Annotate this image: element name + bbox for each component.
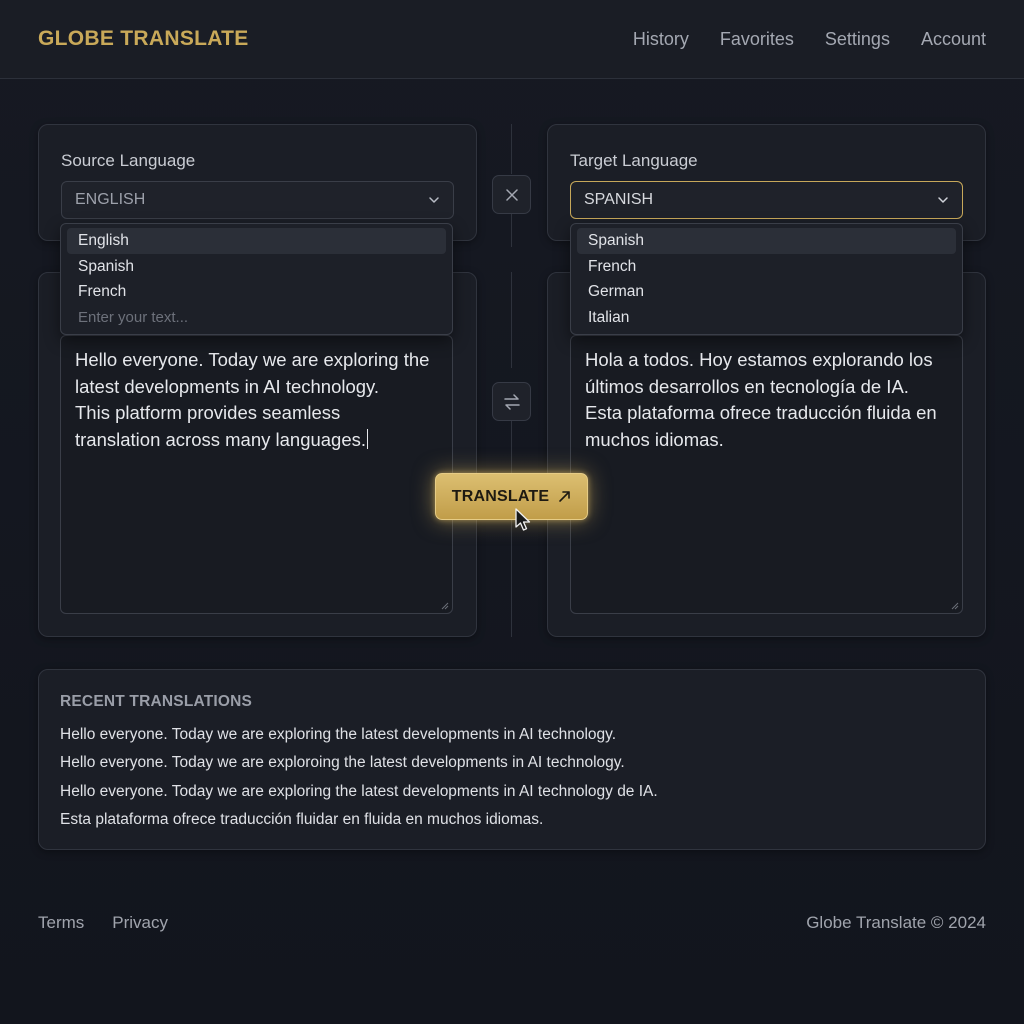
- text-caret: [367, 429, 369, 450]
- target-option-french[interactable]: French: [577, 254, 956, 280]
- chevron-down-icon: [429, 197, 439, 203]
- top-bar: GLOBE TRANSLATE History Favorites Settin…: [0, 0, 1024, 79]
- source-language-value: ENGLISH: [75, 191, 146, 208]
- brand-logo[interactable]: GLOBE TRANSLATE: [38, 27, 249, 51]
- source-text-line: This platform provides seamless: [75, 402, 341, 424]
- center-divider: [511, 272, 512, 368]
- target-language-label: Target Language: [570, 151, 698, 170]
- source-language-dropdown: English Spanish French Enter your text..…: [60, 223, 453, 335]
- arrow-up-right-icon: [559, 491, 571, 502]
- recent-item[interactable]: Hello everyone. Today we are exploring t…: [60, 779, 658, 807]
- swap-languages-button[interactable]: [492, 382, 531, 421]
- copyright-text: Globe Translate © 2024: [806, 913, 986, 932]
- target-language-dropdown: Spanish French German Italian: [570, 223, 963, 335]
- resize-handle-icon[interactable]: [441, 602, 449, 610]
- source-option-spanish[interactable]: Spanish: [67, 254, 446, 280]
- target-text-output[interactable]: Hola a todos. Hoy estamos explorando los…: [570, 335, 963, 614]
- resize-handle-icon[interactable]: [951, 602, 959, 610]
- recent-translations-list: Hello everyone. Today we are exploring t…: [60, 722, 658, 836]
- target-text-line: Hola a todos. Hoy estamos explorando los: [585, 349, 933, 370]
- target-option-italian[interactable]: Italian: [577, 305, 956, 331]
- source-text-placeholder: Enter your text...: [78, 308, 189, 326]
- source-language-select[interactable]: ENGLISH: [61, 181, 454, 219]
- target-option-german[interactable]: German: [577, 279, 956, 305]
- translate-button-label: TRANSLATE: [451, 487, 550, 505]
- recent-translations-panel: RECENT TRANSLATIONS Hello everyone. Toda…: [38, 669, 986, 850]
- recent-item[interactable]: Hello everyone. Today we are exploring t…: [60, 722, 658, 750]
- main-nav: History Favorites Settings Account: [633, 29, 986, 50]
- source-text-line: translation across many languages.: [75, 429, 367, 451]
- nav-account[interactable]: Account: [921, 29, 986, 50]
- chevron-down-icon: [938, 197, 948, 203]
- recent-item[interactable]: Esta plataforma ofrece traducción fluida…: [60, 807, 658, 835]
- center-divider: [511, 213, 512, 247]
- target-text-line: últimos desarrollos en tecnología de IA.: [585, 375, 909, 397]
- recent-item[interactable]: Hello everyone. Today we are exploroing …: [60, 750, 658, 778]
- footer-terms-link[interactable]: Terms: [38, 913, 84, 933]
- translate-button[interactable]: TRANSLATE: [435, 473, 588, 520]
- target-language-value: SPANISH: [584, 191, 654, 208]
- nav-settings[interactable]: Settings: [825, 29, 890, 50]
- source-option-french[interactable]: French: [67, 279, 446, 305]
- mouse-pointer-icon: [515, 508, 531, 531]
- close-icon: [505, 188, 518, 201]
- page: GLOBE TRANSLATE History Favorites Settin…: [0, 0, 1024, 1024]
- target-option-spanish[interactable]: Spanish: [577, 228, 956, 254]
- source-language-label: Source Language: [61, 151, 196, 170]
- nav-history[interactable]: History: [633, 29, 689, 50]
- target-text-line: muchos idiomas.: [585, 429, 724, 451]
- nav-favorites[interactable]: Favorites: [720, 29, 794, 50]
- target-text-line: Esta plataforma ofrece traducción fluida…: [585, 402, 937, 424]
- source-text-input[interactable]: Hello everyone. Today we are exploring t…: [60, 335, 453, 614]
- target-language-select[interactable]: SPANISH: [570, 181, 963, 219]
- source-text-line: latest developments in AI technology.: [75, 375, 380, 397]
- footer-privacy-link[interactable]: Privacy: [112, 913, 168, 933]
- center-divider: [511, 124, 512, 174]
- source-option-english[interactable]: English: [67, 228, 446, 254]
- footer-links: Terms Privacy: [38, 913, 168, 933]
- recent-translations-title: RECENT TRANSLATIONS: [60, 693, 253, 710]
- clear-button[interactable]: [492, 175, 531, 214]
- center-divider: [511, 520, 512, 637]
- center-divider: [511, 421, 512, 473]
- source-text-line: Hello everyone. Today we are exploring t…: [75, 349, 430, 370]
- swap-icon: [503, 393, 520, 410]
